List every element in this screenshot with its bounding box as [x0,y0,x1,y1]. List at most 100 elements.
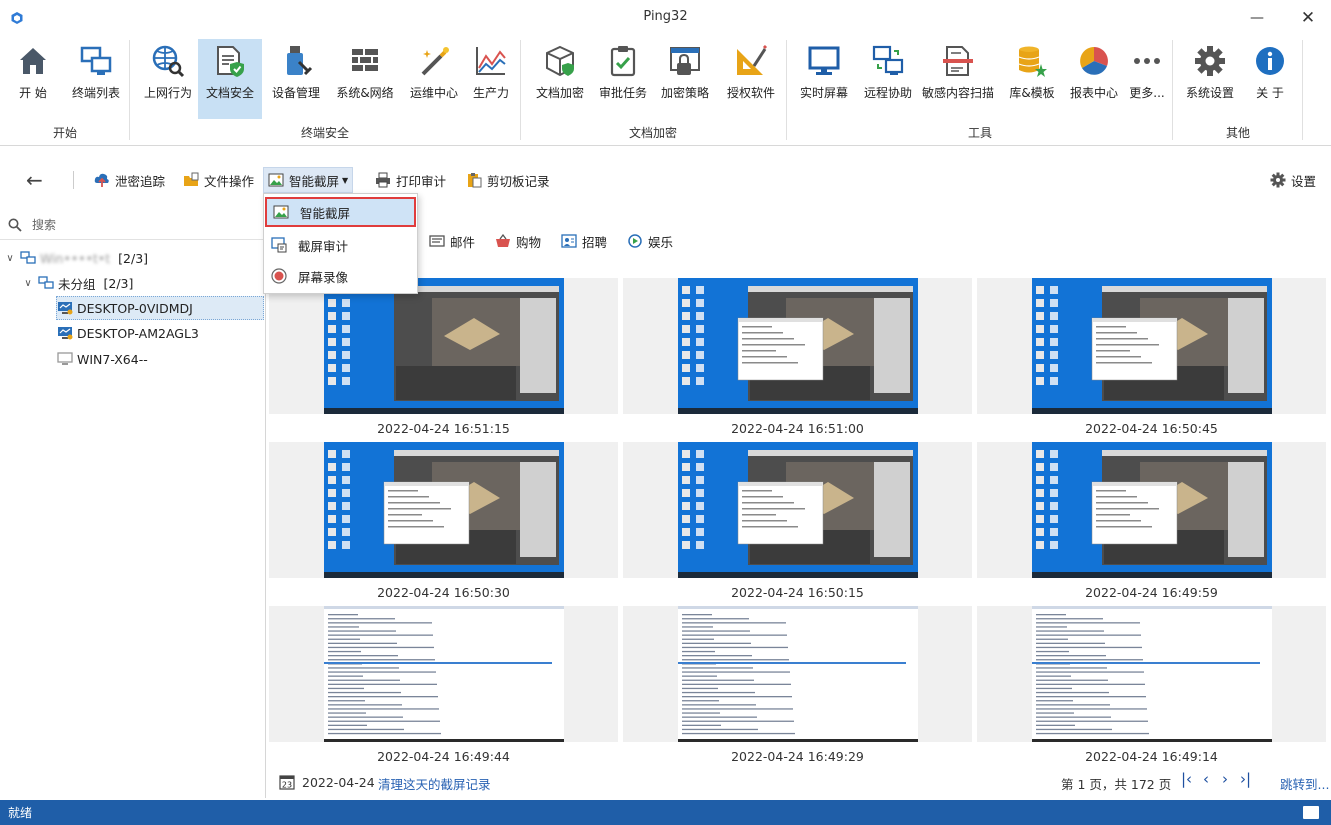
ribbon-button-home[interactable]: 开 始 [8,39,58,119]
category-tab-entertainment[interactable]: 娱乐 [627,232,673,251]
tree-group-node[interactable]: ∨ 未分组 [2/3] [22,271,133,295]
date-picker[interactable]: 23 2022-04-24 [279,774,375,790]
toolbar-label: 设置 [1291,173,1317,189]
screenshot-card[interactable]: 2022-04-24 16:50:15 [623,442,972,603]
prev-page-button[interactable]: ‹ [1203,770,1209,788]
screenshot-thumbnail[interactable] [324,278,564,414]
ribbon-button-document-encrypt[interactable]: 文档加密 [530,39,590,119]
svg-text:23: 23 [282,781,292,790]
menu-item-smart-screenshot[interactable]: 智能截屏 [265,197,416,227]
ribbon-button-more[interactable]: 更多... [1124,39,1170,119]
close-button[interactable]: ✕ [1285,0,1331,36]
ribbon-button-system-settings[interactable]: 系统设置 [1182,39,1238,119]
screenshot-frame [623,278,972,414]
tree-device-node[interactable]: WIN7-X64-- [57,347,148,371]
category-tab-shopping[interactable]: 购物 [495,232,541,251]
ribbon-button-document-security[interactable]: 文档安全 [198,39,262,119]
ribbon-divider [520,40,521,140]
screenshot-card[interactable]: 2022-04-24 16:50:30 [269,442,618,603]
screenshot-timestamp: 2022-04-24 16:51:00 [731,421,864,436]
first-page-button[interactable]: |‹ [1181,770,1192,788]
ribbon-button-remote-assist[interactable]: 远程协助 [860,39,916,119]
screenshot-thumbnail[interactable] [678,606,918,742]
tree-device-node[interactable]: DESKTOP-0VIDMDJ [56,296,264,320]
screenshot-card[interactable]: 2022-04-24 16:49:29 [623,606,972,767]
next-page-button[interactable]: › [1222,770,1228,788]
screenshot-thumbnail[interactable] [1032,442,1272,578]
system-network-icon [348,44,382,78]
jump-to-link[interactable]: 跳转到... [1280,774,1329,793]
toolbar-file-operation[interactable]: 文件操作 [179,167,258,193]
toolbar-clipboard[interactable]: 剪切板记录 [462,167,554,193]
screenshot-card[interactable]: 2022-04-24 16:51:15 [269,278,618,439]
ribbon-button-about[interactable]: 关 于 [1246,39,1294,119]
ribbon-button-system-network[interactable]: 系统&网络 [332,39,398,119]
search-input[interactable]: 搜索 [0,210,266,240]
terminal-tree-pane: 搜索 ∨ Win••••t•t [2/3] ∨ 未分组 [2/3] DESKTO… [0,210,266,798]
tree-group-count: [2/3] [103,275,134,291]
minimize-button[interactable]: — [1234,0,1280,36]
status-text: 就绪 [8,806,33,820]
ribbon-button-report-center[interactable]: 报表中心 [1066,39,1122,119]
toolbar-print-audit[interactable]: 打印审计 [371,167,450,193]
screenshot-thumbnail[interactable] [678,278,918,414]
app-window: { "window":{"title":"Ping32"}, "ribbon":… [0,0,1331,825]
screenshot-card[interactable]: 2022-04-24 16:49:14 [977,606,1326,767]
screenshot-card[interactable]: 2022-04-24 16:49:59 [977,442,1326,603]
network-group-icon [38,276,54,289]
settings-icon [1193,44,1227,78]
file-operation-icon [183,172,199,188]
toolbar-smart-screenshot[interactable]: 智能截屏 ▼ [263,167,354,193]
authorized-software-icon [734,44,768,78]
ribbon-button-web-behavior[interactable]: 上网行为 [138,39,198,119]
tree-device-node[interactable]: DESKTOP-AM2AGL3 [57,321,199,345]
clear-day-link[interactable]: 清理这天的截屏记录 [378,774,491,793]
ribbon-button-sensitive-scan[interactable]: 敏感内容扫描 [918,39,998,119]
tree-device-label: DESKTOP-0VIDMDJ [77,300,193,316]
ribbon-button-approval-task[interactable]: 审批任务 [596,39,650,119]
terminal-list-icon [79,44,113,78]
ribbon-button-device-management[interactable]: 设备管理 [266,39,326,119]
screenshot-card[interactable]: 2022-04-24 16:50:45 [977,278,1326,439]
ribbon-button-productivity[interactable]: 生产力 [468,39,514,119]
ribbon-label: 文档加密 [535,86,584,100]
ribbon-button-realtime-screen[interactable]: 实时屏幕 [796,39,852,119]
last-page-button[interactable]: ›| [1240,770,1251,788]
screenshot-thumbnail[interactable] [324,606,564,742]
ribbon-label: 系统&网络 [336,86,394,100]
screenshot-timestamp: 2022-04-24 16:49:59 [1085,585,1218,600]
menu-item-screenshot-audit[interactable]: 截屏审计 [265,230,416,260]
ribbon-button-authorized-software[interactable]: 授权软件 [722,39,780,119]
ribbon-button-library-template[interactable]: 库&模板 [1004,39,1060,119]
menu-item-label: 智能截屏 [300,205,351,221]
ribbon-label: 库&模板 [1009,86,1055,100]
computer-offline-icon [57,352,73,365]
ribbon-button-terminal-list[interactable]: 终端列表 [66,39,126,119]
ribbon-button-encrypt-policy[interactable]: 加密策略 [658,39,712,119]
screenshot-card[interactable]: 2022-04-24 16:49:44 [269,606,618,767]
screenshot-frame [623,606,972,742]
productivity-icon [474,44,508,78]
toolbar-leak-trace[interactable]: 泄密追踪 [90,167,169,193]
screenshot-thumbnail[interactable] [1032,278,1272,414]
category-tab-mail[interactable]: 邮件 [429,232,475,251]
chevron-down-icon: ▼ [342,175,349,185]
entertainment-icon [628,234,642,248]
menu-item-screen-record[interactable]: 屏幕录像 [265,261,416,291]
ribbon-group-label: 文档加密 [628,126,677,140]
ribbon-label: 上网行为 [143,86,192,100]
screenshot-card[interactable]: 2022-04-24 16:51:00 [623,278,972,439]
screenshot-thumbnail[interactable] [678,442,918,578]
category-label: 购物 [516,234,542,250]
ribbon-label: 加密策略 [660,86,709,100]
web-behavior-icon [151,44,185,78]
ribbon-button-ops-center[interactable]: 运维中心 [404,39,464,119]
category-tab-recruit[interactable]: 招聘 [561,232,607,251]
toolbar-settings-button[interactable]: 设置 [1266,167,1320,193]
ribbon-label: 终端列表 [71,86,120,100]
screenshot-thumbnail[interactable] [324,442,564,578]
back-button[interactable]: ← [22,167,47,193]
tree-root-node[interactable]: ∨ Win••••t•t [2/3] [4,246,148,270]
ribbon-label: 更多... [1129,86,1165,100]
screenshot-thumbnail[interactable] [1032,606,1272,742]
